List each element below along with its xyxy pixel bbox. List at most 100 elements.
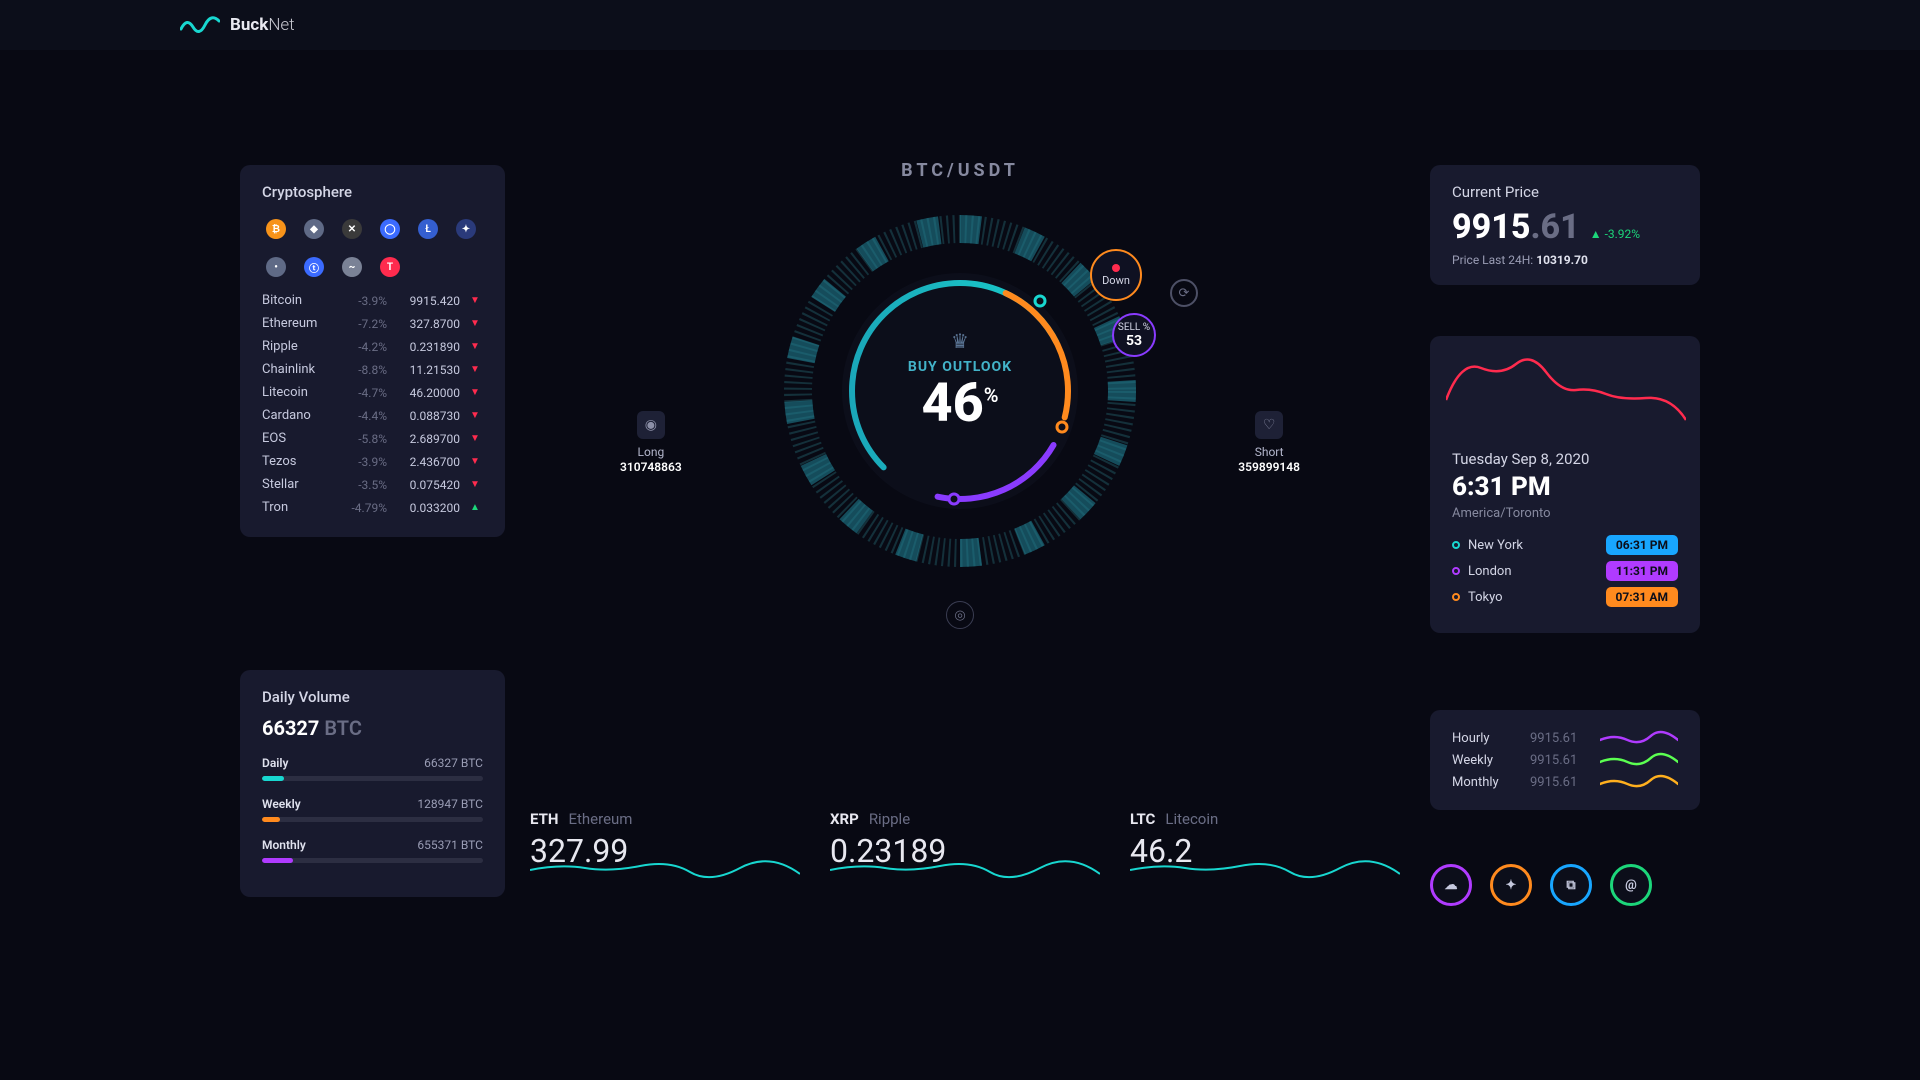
crypto-name: Tezos	[262, 454, 337, 469]
trend-label: Hourly	[1452, 731, 1516, 746]
coin-icon[interactable]: ◯	[380, 219, 400, 239]
coin-icon[interactable]: •	[266, 257, 286, 277]
trend-arrow-icon: ▼	[468, 341, 482, 352]
exchange-ring-row: ☁ ✦ ⧉ @	[1430, 864, 1652, 906]
trend-value: 9915.61	[1530, 775, 1586, 790]
volume-main: 66327 BTC	[262, 716, 483, 740]
coin-icon[interactable]: ⓣ	[304, 257, 324, 277]
outlook-dial-section: BTC/USDT	[660, 160, 1260, 581]
exchange-ring[interactable]: ⧉	[1550, 864, 1592, 906]
crypto-name: Ethereum	[262, 316, 337, 331]
trend-arrow-icon: ▼	[468, 410, 482, 421]
crypto-price: 0.075420	[395, 478, 460, 492]
volume-bar	[262, 858, 483, 863]
price-change: ▲ -3.92%	[1590, 227, 1640, 241]
trend-spark-icon	[1600, 752, 1678, 768]
volume-row-label: Weekly	[262, 797, 301, 811]
crypto-name: Litecoin	[262, 385, 337, 400]
coin-icon[interactable]: ✕	[342, 219, 362, 239]
sparkline-card[interactable]: LTC Litecoin 46.2	[1130, 810, 1400, 884]
crypto-pct: -8.8%	[345, 363, 387, 377]
city-dot-icon	[1452, 593, 1460, 601]
crypto-row[interactable]: Ethereum -7.2% 327.8700 ▼	[262, 312, 483, 335]
crypto-name: Stellar	[262, 477, 337, 492]
exchange-ring[interactable]: ✦	[1490, 864, 1532, 906]
crypto-row[interactable]: Tron -4.79% 0.033200 ▲	[262, 496, 483, 519]
logo-wave-icon	[180, 15, 220, 35]
coin-icon[interactable]: ₿	[266, 219, 286, 239]
crypto-row[interactable]: Litecoin -4.7% 46.20000 ▼	[262, 381, 483, 404]
exchange-ring[interactable]: @	[1610, 864, 1652, 906]
pair-title: BTC/USDT	[660, 160, 1260, 181]
crypto-row[interactable]: EOS -5.8% 2.689700 ▼	[262, 427, 483, 450]
daily-volume-panel: Daily Volume 66327 BTC Daily 66327 BTC W…	[240, 670, 505, 897]
spark-symbol: XRP	[830, 810, 859, 828]
crypto-row[interactable]: Bitcoin -3.9% 9915.420 ▼	[262, 289, 483, 312]
city-dot-icon	[1452, 567, 1460, 575]
crypto-price: 327.8700	[395, 317, 460, 331]
city-time-pill: 11:31 PM	[1606, 561, 1678, 581]
volume-title: Daily Volume	[262, 688, 483, 706]
crypto-row[interactable]: Cardano -4.4% 0.088730 ▼	[262, 404, 483, 427]
crypto-name: Cardano	[262, 408, 337, 423]
app-logo[interactable]: BuckNet	[180, 15, 295, 35]
crypto-pct: -4.2%	[345, 340, 387, 354]
eye-icon[interactable]: ◉	[637, 411, 665, 439]
spark-name: Ethereum	[568, 810, 632, 828]
trend-down-badge[interactable]: Down	[1090, 249, 1142, 301]
volume-row-value: 128947 BTC	[417, 797, 483, 811]
trend-value: 9915.61	[1530, 731, 1586, 746]
trend-arrow-icon: ▲	[468, 502, 482, 513]
refresh-icon[interactable]: ⟳	[1170, 279, 1198, 307]
volume-row-label: Daily	[262, 756, 288, 770]
coin-icon[interactable]: Ł	[418, 219, 438, 239]
target-icon[interactable]: ◎	[946, 601, 974, 629]
sell-value: 53	[1126, 333, 1142, 349]
volume-bar	[262, 776, 483, 781]
crypto-row[interactable]: Ripple -4.2% 0.231890 ▼	[262, 335, 483, 358]
down-dot-icon	[1112, 264, 1120, 272]
crypto-price: 46.20000	[395, 386, 460, 400]
exchange-ring[interactable]: ☁	[1430, 864, 1472, 906]
crypto-price: 11.21530	[395, 363, 460, 377]
crown-icon: ♛	[770, 329, 1150, 353]
coin-icon[interactable]: ✦	[456, 219, 476, 239]
heart-icon[interactable]: ♡	[1255, 411, 1283, 439]
trend-row[interactable]: Weekly 9915.61	[1452, 752, 1678, 768]
price-label: Current Price	[1452, 183, 1678, 201]
crypto-price: 2.689700	[395, 432, 460, 446]
clock-panel: Tuesday Sep 8, 2020 6:31 PM America/Toro…	[1430, 336, 1700, 633]
spark-name: Litecoin	[1165, 810, 1218, 828]
crypto-row[interactable]: Chainlink -8.8% 11.21530 ▼	[262, 358, 483, 381]
exchange-icon: @	[1625, 878, 1637, 893]
crypto-pct: -4.79%	[345, 501, 387, 515]
crypto-price: 0.033200	[395, 501, 460, 515]
volume-row: Monthly 655371 BTC	[262, 838, 483, 863]
exchange-icon: ☁	[1445, 878, 1458, 893]
city-dot-icon	[1452, 541, 1460, 549]
short-stat: ♡ Short 359899148	[1238, 411, 1300, 474]
sparkline-card[interactable]: XRP Ripple 0.23189	[830, 810, 1100, 884]
crypto-pct: -3.9%	[345, 294, 387, 308]
sparkline-card[interactable]: ETH Ethereum 327.99	[530, 810, 800, 884]
city-name: New York	[1468, 538, 1523, 553]
trend-arrow-icon: ▼	[468, 433, 482, 444]
coin-icon[interactable]: T	[380, 257, 400, 277]
crypto-name: Ripple	[262, 339, 337, 354]
outlook-dial[interactable]: ♛ BUY OUTLOOK 46% Down SELL % 53 ⟳ ◉ Lon…	[770, 201, 1150, 581]
trend-row[interactable]: Monthly 9915.61	[1452, 774, 1678, 790]
trend-arrow-icon: ▼	[468, 479, 482, 490]
current-price-panel: Current Price 9915.61 ▲ -3.92% Price Las…	[1430, 165, 1700, 285]
crypto-row[interactable]: Stellar -3.5% 0.075420 ▼	[262, 473, 483, 496]
volume-row: Daily 66327 BTC	[262, 756, 483, 781]
trend-arrow-icon: ▼	[468, 295, 482, 306]
coin-icon[interactable]: ~	[342, 257, 362, 277]
trend-row[interactable]: Hourly 9915.61	[1452, 730, 1678, 746]
trend-arrow-icon: ▼	[468, 364, 482, 375]
crypto-name: Chainlink	[262, 362, 337, 377]
sell-percent-badge[interactable]: SELL % 53	[1112, 313, 1156, 357]
coin-icon-row: ₿ ◆ ✕ ◯ Ł ✦ • ⓣ ~ T	[262, 215, 483, 289]
coin-icon[interactable]: ◆	[304, 219, 324, 239]
crypto-row[interactable]: Tezos -3.9% 2.436700 ▼	[262, 450, 483, 473]
volume-row-value: 655371 BTC	[417, 838, 483, 852]
